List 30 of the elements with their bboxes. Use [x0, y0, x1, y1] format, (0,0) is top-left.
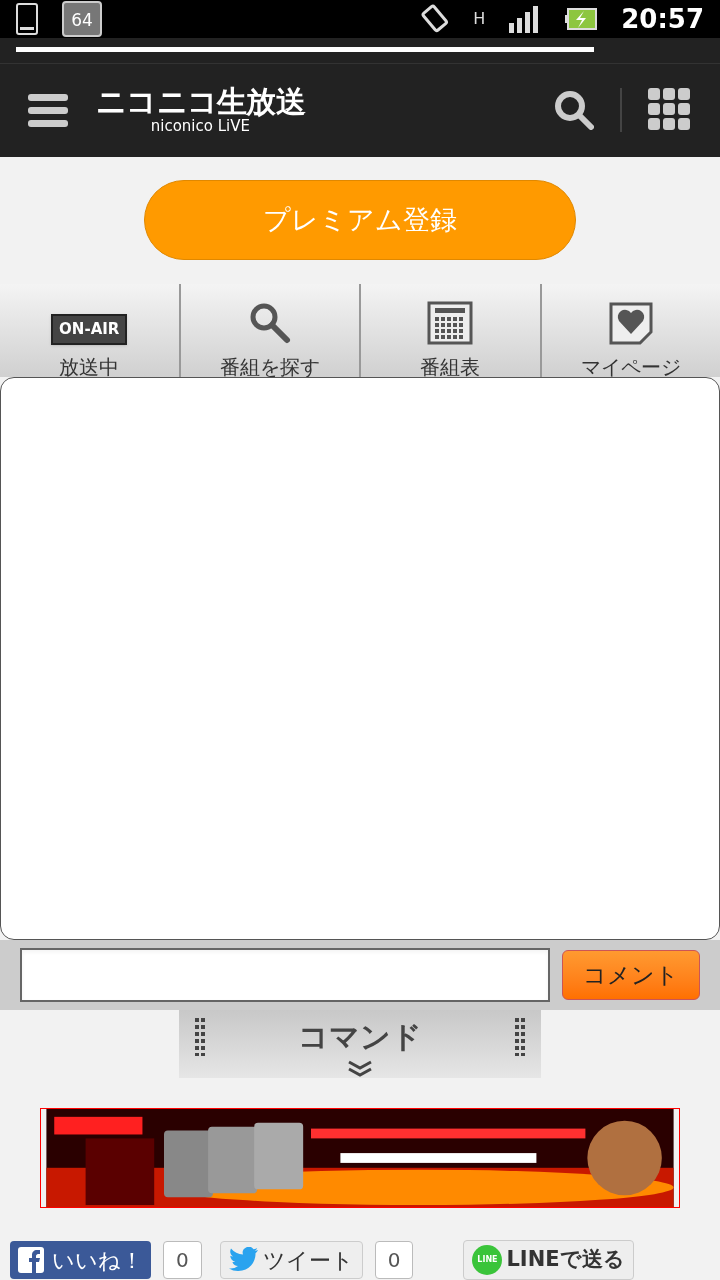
tweet-button[interactable]: ツイート — [219, 1241, 363, 1279]
logo-subtitle: niconico LiVE — [150, 118, 250, 134]
search-icon[interactable] — [554, 90, 594, 131]
clock: 20:57 — [621, 2, 704, 36]
network-type: H — [473, 11, 486, 27]
phone-icon — [16, 3, 38, 35]
command-label[interactable]: コマンド — [298, 1022, 422, 1052]
nav-tab[interactable]: ON-AIR 放送中 — [0, 284, 179, 377]
apps-grid-icon[interactable] — [648, 88, 692, 133]
grip-icon — [195, 1018, 205, 1056]
on-air-icon: ON-AIR — [51, 313, 128, 345]
comment-input[interactable] — [20, 948, 550, 1003]
menu-icon[interactable] — [28, 92, 68, 129]
calendar-icon — [427, 300, 474, 345]
like-button[interactable]: いいね！ — [10, 1241, 151, 1279]
nav-tab[interactable]: 番組表 — [359, 284, 540, 377]
nav-tab[interactable]: マイページ — [539, 284, 720, 377]
heart-page-icon — [607, 300, 654, 345]
rotate-icon — [419, 4, 450, 34]
storage-badge: 64 — [62, 1, 102, 37]
line-share-button[interactable]: LINE LINEで送る — [463, 1240, 634, 1280]
facebook-icon — [18, 1247, 44, 1273]
double-chevron-icon[interactable] — [347, 1060, 373, 1078]
bird-icon — [228, 1247, 259, 1273]
grip-icon — [515, 1018, 525, 1056]
share-count: 0 — [374, 1241, 414, 1279]
comment-button[interactable]: コメント — [562, 950, 700, 1001]
logo-title: ニコニコ生放送 — [96, 86, 305, 117]
battery-icon — [565, 8, 598, 30]
share-count: 0 — [163, 1241, 202, 1279]
